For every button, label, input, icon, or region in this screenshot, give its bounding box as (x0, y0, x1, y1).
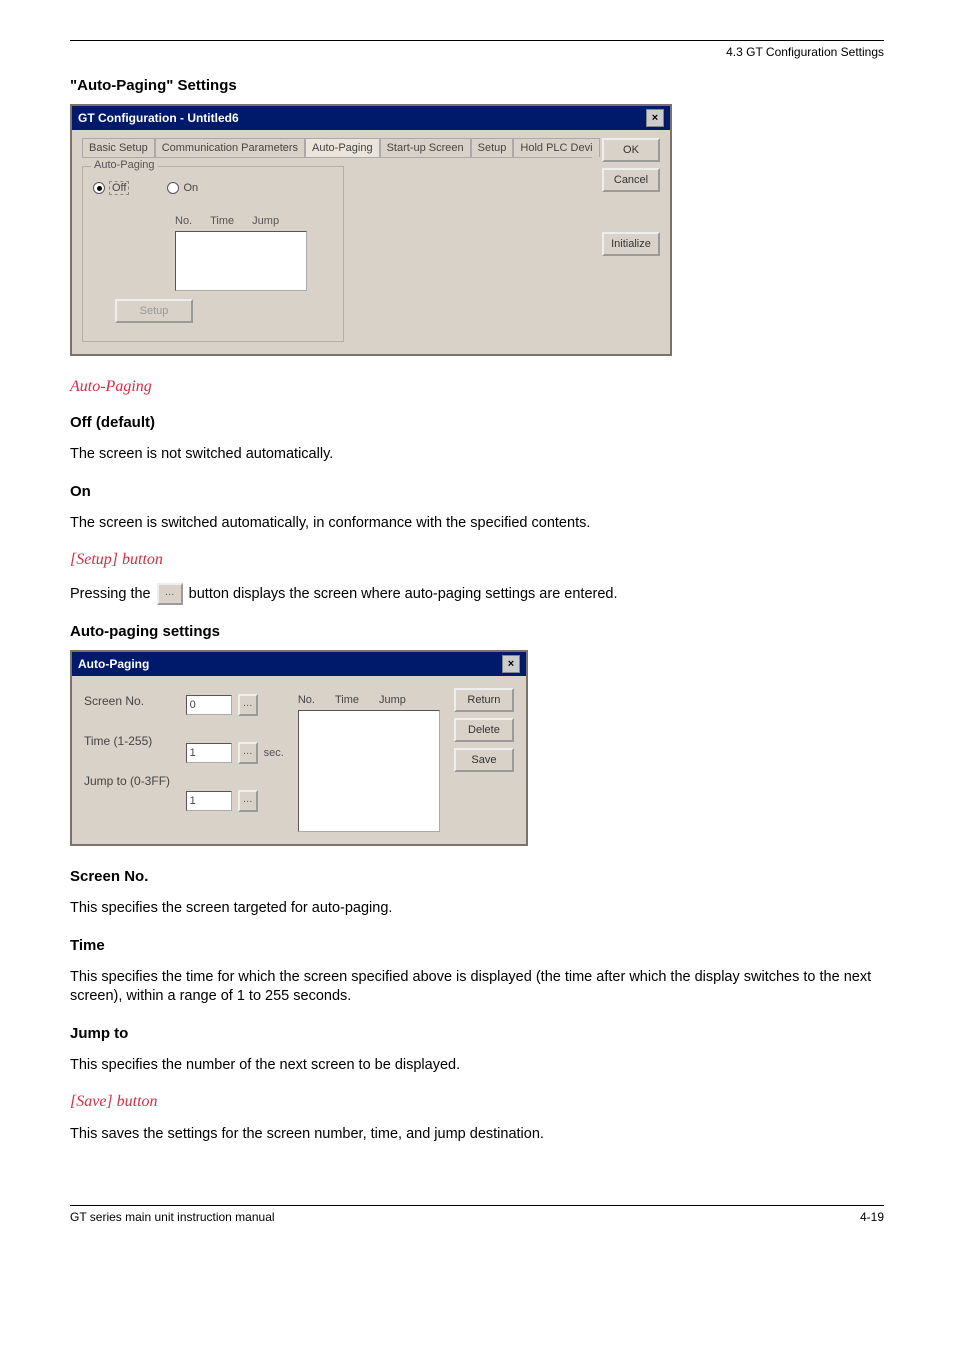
heading-time: Time (70, 937, 884, 954)
para-time: This specifies the time for which the sc… (70, 968, 884, 1007)
heading-jump-to: Jump to (70, 1025, 884, 1042)
spin-button-icon[interactable]: … (238, 742, 258, 764)
col-jump: Jump (379, 694, 406, 706)
col-no: No. (298, 694, 315, 706)
ok-button[interactable]: OK (602, 138, 660, 162)
autopaging-listbox[interactable] (298, 710, 440, 832)
radio-on-label: On (183, 182, 198, 194)
tab-setup[interactable]: Setup (471, 138, 514, 157)
gt-configuration-window: GT Configuration - Untitled6 × Basic Set… (70, 104, 672, 356)
para-on: The screen is switched automatically, in… (70, 514, 884, 534)
page-header-section: 4.3 GT Configuration Settings (70, 45, 884, 59)
autopaging-groupbox: Auto-Paging Off On No. Time (82, 166, 344, 342)
tab-auto-paging[interactable]: Auto-Paging (305, 138, 380, 157)
heading-off: Off (default) (70, 414, 884, 431)
tab-hold-plc-dev[interactable]: Hold PLC Devi (513, 138, 599, 157)
heading-screen-no: Screen No. (70, 868, 884, 885)
para-save: This saves the settings for the screen n… (70, 1125, 884, 1145)
tab-communication-parameters[interactable]: Communication Parameters (155, 138, 305, 157)
window-title: Auto-Paging (78, 657, 149, 671)
setup-button[interactable]: Setup (115, 299, 193, 323)
ellipsis-button-icon: … (157, 583, 183, 605)
col-no: No. (175, 215, 192, 227)
save-button[interactable]: Save (454, 748, 514, 772)
label-jump: Jump to (0-3FF) (84, 774, 172, 788)
radio-on[interactable]: On (167, 181, 198, 195)
tab-strip: Basic Setup Communication Parameters Aut… (82, 138, 592, 158)
titlebar: Auto-Paging × (72, 652, 526, 676)
footer-manual-title: GT series main unit instruction manual (70, 1210, 275, 1224)
para-jump: This specifies the number of the next sc… (70, 1056, 884, 1076)
time-input[interactable]: 1 (186, 743, 232, 763)
radio-off-label: Off (109, 181, 129, 195)
heading-save-button: [Save] button (70, 1093, 884, 1111)
radio-icon (93, 182, 105, 194)
para-setup: Pressing the … button displays the scree… (70, 583, 884, 605)
autopaging-listbox[interactable] (175, 231, 307, 291)
spin-button-icon[interactable]: … (238, 790, 258, 812)
label-time: Time (1-255) (84, 734, 172, 748)
close-icon[interactable]: × (502, 655, 520, 673)
titlebar: GT Configuration - Untitled6 × (72, 106, 670, 130)
window-title: GT Configuration - Untitled6 (78, 111, 239, 125)
col-time: Time (210, 215, 234, 227)
cancel-button[interactable]: Cancel (602, 168, 660, 192)
close-icon[interactable]: × (646, 109, 664, 127)
initialize-button[interactable]: Initialize (602, 232, 660, 256)
heading-autopaging: Auto-Paging (70, 378, 884, 396)
section-heading: "Auto-Paging" Settings (70, 77, 884, 94)
heading-setup-button: [Setup] button (70, 551, 884, 569)
para-setup-post: button displays the screen where auto-pa… (189, 586, 618, 602)
heading-on: On (70, 483, 884, 500)
label-screen-no: Screen No. (84, 694, 172, 708)
delete-button[interactable]: Delete (454, 718, 514, 742)
return-button[interactable]: Return (454, 688, 514, 712)
para-setup-pre: Pressing the (70, 586, 151, 602)
tab-basic-setup[interactable]: Basic Setup (82, 138, 155, 157)
tab-startup-screen[interactable]: Start-up Screen (380, 138, 471, 157)
radio-off[interactable]: Off (93, 181, 129, 195)
col-time: Time (335, 694, 359, 706)
spin-button-icon[interactable]: … (238, 694, 258, 716)
jump-input[interactable]: 1 (186, 791, 232, 811)
para-off: The screen is not switched automatically… (70, 445, 884, 465)
auto-paging-dialog: Auto-Paging × Screen No. Time (1-255) Ju… (70, 650, 528, 846)
groupbox-legend: Auto-Paging (91, 159, 158, 171)
para-screen-no: This specifies the screen targeted for a… (70, 899, 884, 919)
col-jump: Jump (252, 215, 279, 227)
footer-page-number: 4-19 (860, 1210, 884, 1224)
label-sec: sec. (264, 747, 284, 759)
radio-icon (167, 182, 179, 194)
heading-autopaging-settings: Auto-paging settings (70, 623, 884, 640)
screen-no-input[interactable]: 0 (186, 695, 232, 715)
